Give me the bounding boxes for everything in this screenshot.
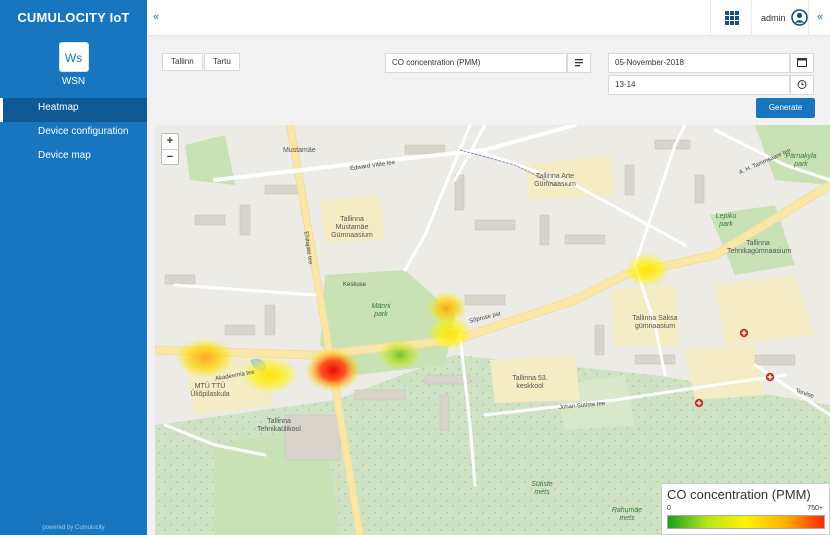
map-label: Lepiku park xyxy=(715,213,737,228)
map-label: Tallinna Mustamäe Gümnaasium xyxy=(331,216,373,239)
map-label: Rahumäe mets xyxy=(611,507,643,522)
calendar-icon[interactable] xyxy=(790,53,814,73)
date-field[interactable]: 05-November-2018 xyxy=(608,53,790,73)
generate-button[interactable]: Generate xyxy=(756,98,815,118)
divider xyxy=(710,0,711,36)
time-field[interactable]: 13-14 xyxy=(608,75,790,95)
heat-spot xyxy=(305,348,361,392)
map-label: Tallinna 53. keskkool xyxy=(512,375,548,390)
user-name: admin xyxy=(761,12,786,23)
zoom-out-button[interactable]: − xyxy=(162,149,178,164)
divider xyxy=(808,0,809,36)
legend-title: CO concentration (PMM) xyxy=(667,487,811,502)
legend-color-bar xyxy=(667,515,825,529)
map-label: Tallinna Tehnikaülikool xyxy=(257,418,301,433)
user-menu[interactable]: admin xyxy=(761,9,808,28)
heatmap-map[interactable]: Mustamäe Edward Vilde tee Tallinna Musta… xyxy=(155,125,830,535)
map-label: Keskuse xyxy=(343,282,367,288)
map-label: Tallinna Saksa gümnaasium xyxy=(632,315,678,330)
sidebar-item-device-map[interactable]: Device map xyxy=(0,146,147,170)
zoom-control: + − xyxy=(161,133,179,165)
sidebar-item-device-configuration[interactable]: Device configuration xyxy=(0,122,147,146)
powered-by: powered by Cumulocity xyxy=(42,525,105,531)
map-label: MTÜ TTÜ Üliõpilaskula xyxy=(190,383,230,398)
map-label: Sütiste mets xyxy=(531,481,553,496)
city-button-tallinn[interactable]: Tallinn xyxy=(162,53,203,71)
list-icon[interactable] xyxy=(567,53,591,73)
divider xyxy=(751,0,752,36)
sidebar: CUMULOCITY IoT Ws WSN Heatmap Device con… xyxy=(0,0,147,535)
top-bar: « admin « xyxy=(147,0,830,36)
collapse-right-panel-icon[interactable]: « xyxy=(817,11,823,23)
heatmap-legend: CO concentration (PMM) 0 750+ xyxy=(661,483,830,535)
grid-icon[interactable] xyxy=(725,11,739,25)
legend-scale: 0 750+ xyxy=(667,505,823,512)
measurement-select[interactable]: CO concentration (PMM) xyxy=(385,53,567,73)
collapse-sidebar-icon[interactable]: « xyxy=(153,11,159,23)
heat-spot xyxy=(625,253,669,287)
map-label: Tallinna Arte Gümnaasium xyxy=(534,173,576,188)
map-label: Pärnakyla park xyxy=(785,153,817,168)
map-label: Männi park xyxy=(371,303,391,318)
sidebar-nav: Heatmap Device configuration Device map xyxy=(0,98,147,170)
map-label: Tallinna Tehnikagümnaasium xyxy=(727,240,792,255)
brand-title[interactable]: CUMULOCITY IoT xyxy=(0,0,147,36)
heat-spot xyxy=(378,340,422,370)
map-label: Mustamäe xyxy=(283,147,316,154)
tenant-name: WSN xyxy=(61,76,86,87)
heat-spot xyxy=(175,338,235,378)
legend-max: 750+ xyxy=(807,505,823,512)
legend-min: 0 xyxy=(667,505,671,512)
clock-icon[interactable] xyxy=(790,75,814,95)
city-button-tartu[interactable]: Tartu xyxy=(204,53,240,71)
heat-spot xyxy=(427,292,467,324)
tenant-logo: Ws xyxy=(58,42,89,72)
map-base xyxy=(155,125,830,535)
sidebar-item-heatmap[interactable]: Heatmap xyxy=(0,98,147,122)
user-circle-icon xyxy=(791,9,808,28)
zoom-in-button[interactable]: + xyxy=(162,134,178,149)
